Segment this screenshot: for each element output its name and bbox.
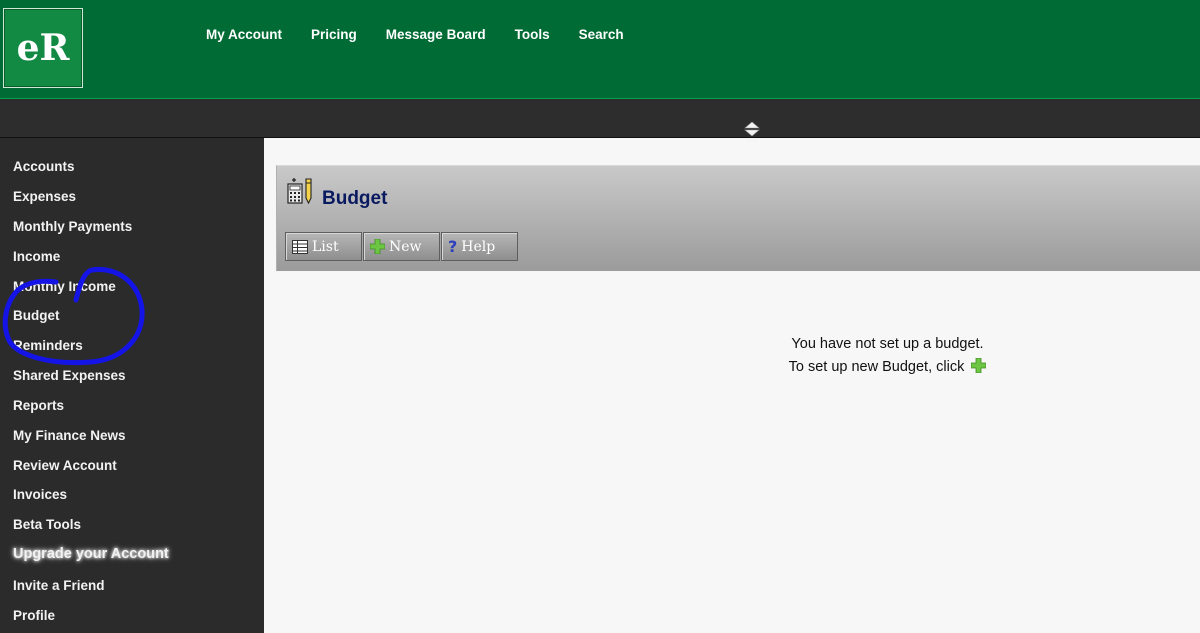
sidebar-item-accounts[interactable]: Accounts: [13, 159, 75, 174]
sidebar-item-beta-tools[interactable]: Beta Tools: [13, 517, 81, 532]
sidebar-item-budget[interactable]: Budget: [13, 308, 60, 323]
help-button-label: Help: [461, 238, 496, 255]
sidebar-item-monthly-payments[interactable]: Monthly Payments: [13, 219, 132, 234]
sidebar-item-reminders[interactable]: Reminders: [13, 338, 83, 353]
help-icon: ?: [448, 237, 458, 256]
new-button[interactable]: New: [363, 232, 440, 261]
budget-icon: [287, 178, 312, 204]
list-button-label: List: [312, 238, 339, 255]
sidebar-item-my-finance-news[interactable]: My Finance News: [13, 428, 126, 443]
sidebar-item-profile[interactable]: Profile: [13, 608, 55, 623]
nav-search[interactable]: Search: [579, 27, 624, 42]
nav-my-account[interactable]: My Account: [206, 27, 282, 42]
plus-icon: [370, 239, 385, 254]
collapse-strip: [0, 99, 1200, 138]
sidebar-item-invoices[interactable]: Invoices: [13, 487, 67, 502]
list-button[interactable]: List: [285, 232, 362, 261]
page-toolbar: List New ? Help: [285, 232, 519, 261]
sidebar-item-income[interactable]: Income: [13, 249, 60, 264]
nav-tools[interactable]: Tools: [515, 27, 550, 42]
page-title: Budget: [322, 188, 388, 209]
sidebar: Accounts Expenses Monthly Payments Incom…: [0, 138, 264, 633]
new-button-label: New: [389, 238, 422, 255]
new-budget-plus-icon[interactable]: [970, 357, 987, 381]
sidebar-item-monthly-income[interactable]: Monthly Income: [13, 279, 116, 294]
sidebar-item-shared-expenses[interactable]: Shared Expenses: [13, 368, 126, 383]
message-line-1: You have not set up a budget.: [791, 336, 984, 352]
message-line-2-text: To set up new Budget, click: [788, 359, 965, 375]
top-header: eR My Account Pricing Message Board Tool…: [0, 0, 1200, 99]
sidebar-item-reports[interactable]: Reports: [13, 398, 64, 413]
sidebar-item-upgrade-account[interactable]: Upgrade your Account: [13, 546, 169, 562]
sidebar-item-review-account[interactable]: Review Account: [13, 458, 117, 473]
help-button[interactable]: ? Help: [441, 232, 518, 261]
top-nav: My Account Pricing Message Board Tools S…: [206, 27, 653, 42]
message-line-2: To set up new Budget, click: [700, 356, 1075, 381]
nav-pricing[interactable]: Pricing: [311, 27, 357, 42]
sidebar-item-invite-friend[interactable]: Invite a Friend: [13, 578, 105, 593]
sidebar-item-expenses[interactable]: Expenses: [13, 189, 76, 204]
empty-budget-message: You have not set up a budget. To set up …: [700, 333, 1075, 381]
list-icon: [292, 239, 308, 254]
nav-message-board[interactable]: Message Board: [386, 27, 486, 42]
app-logo[interactable]: eR: [3, 8, 83, 88]
expand-collapse-icon[interactable]: [744, 121, 760, 137]
